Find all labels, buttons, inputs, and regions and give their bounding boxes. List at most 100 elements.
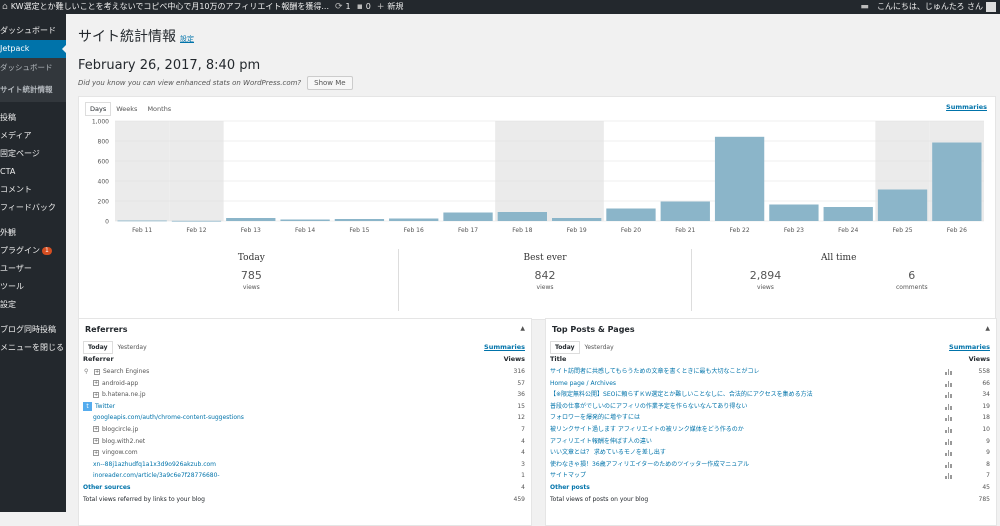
menu-plugins[interactable]: プラグイン 1 xyxy=(0,242,66,260)
referrers-tab-today[interactable]: Today xyxy=(83,341,113,354)
post-title-link[interactable]: フォロワーを爆発的に増やすには xyxy=(550,414,640,421)
menu-media[interactable]: メディア xyxy=(0,127,66,145)
tab-weeks[interactable]: Weeks xyxy=(111,102,142,116)
post-stats-icon[interactable] xyxy=(945,368,953,375)
referrer-label[interactable]: Other sources xyxy=(83,484,130,491)
post-stats-icon[interactable] xyxy=(945,461,953,468)
referrer-label: android-app xyxy=(102,379,139,387)
post-title-link[interactable]: Other posts xyxy=(550,484,590,491)
referrer-views: 36 xyxy=(517,391,525,399)
comments-link[interactable]: ▪ 0 xyxy=(357,0,371,14)
stats-summaries-link[interactable]: Summaries xyxy=(946,103,987,111)
post-title-link[interactable]: サイト訪問者に共感してもらうための文章を書くときに最も大切なことがコレ xyxy=(550,368,760,375)
referrers-tab-yesterday[interactable]: Yesterday xyxy=(113,341,152,354)
site-name-link[interactable]: ⌂ KW選定とか難しいことを考えないでコピペ中心で月10万のアフィリエイト報酬を… xyxy=(2,0,329,14)
x-tick-label: Feb 25 xyxy=(892,227,912,234)
page-title-text: サイト統計情報 xyxy=(78,29,176,45)
menu-plugins-label: プラグイン xyxy=(0,246,40,255)
tab-months[interactable]: Months xyxy=(142,102,176,116)
post-stats-icon[interactable] xyxy=(945,414,953,422)
referrers-title: Referrers xyxy=(85,325,128,334)
tab-days[interactable]: Days xyxy=(85,102,112,116)
top-posts-summaries-link[interactable]: Summaries xyxy=(949,343,990,351)
bar xyxy=(932,142,982,221)
menu-pages[interactable]: 固定ページ xyxy=(0,145,66,163)
new-content-link[interactable]: + 新規 xyxy=(377,0,404,14)
referrers-list: ⚲ + Search Engines 316 + android-app 57 + b.hate… xyxy=(83,366,527,505)
post-views: 19 xyxy=(982,402,990,410)
top-posts-panel: Top Posts & Pages ▲ Today Yesterday Summ… xyxy=(545,318,997,526)
post-stats-icon[interactable] xyxy=(945,403,953,410)
show-me-button[interactable]: Show Me xyxy=(307,76,353,90)
admin-bar: ⌂ KW選定とか難しいことを考えないでコピペ中心で月10万のアフィリエイト報酬を… xyxy=(0,0,1000,14)
post-stats-icon[interactable] xyxy=(945,472,953,480)
referrer-label[interactable]: googleapis.com/auth/chrome-content-sugge… xyxy=(93,414,244,421)
my-account-link[interactable]: こんにちは、じゅんたろ さん xyxy=(877,0,996,14)
all-time-views-label: views xyxy=(756,284,774,291)
post-title-link[interactable]: サイトマップ xyxy=(550,472,586,479)
all-time-comments-value: 6 xyxy=(908,269,916,282)
post-views: 9 xyxy=(986,449,990,457)
submenu-site-stats[interactable]: サイト統計情報 xyxy=(0,78,66,102)
expand-toggle-icon[interactable]: + xyxy=(93,391,99,398)
post-title-link[interactable]: Home page / Archives xyxy=(550,380,616,387)
post-stats-icon[interactable] xyxy=(945,438,953,445)
menu-cta[interactable]: CTA xyxy=(0,163,66,181)
expand-toggle-icon[interactable]: + xyxy=(93,426,99,433)
referrer-label[interactable]: xn--88j1azhudfq1a1x3d9o926akzub.com xyxy=(93,461,216,468)
x-tick-label: Feb 21 xyxy=(675,227,695,234)
collapse-menu[interactable]: メニューを閉じる xyxy=(0,339,66,357)
expand-toggle-icon[interactable]: + xyxy=(93,380,99,387)
referrers-panel: Referrers ▲ Today Yesterday Summaries Re… xyxy=(78,318,532,526)
menu-users[interactable]: ユーザー xyxy=(0,260,66,278)
referrers-table-header: Referrer Views xyxy=(83,355,527,365)
collapse-toggle-icon[interactable]: ▲ xyxy=(985,325,990,332)
top-posts-tab-yesterday[interactable]: Yesterday xyxy=(580,341,619,354)
collapse-toggle-icon[interactable]: ▲ xyxy=(520,325,525,332)
expand-toggle-icon[interactable]: + xyxy=(93,449,99,456)
bar xyxy=(280,219,330,221)
menu-comments[interactable]: コメント xyxy=(0,181,66,199)
post-title-link[interactable]: アフィリエイト報酬を伸ばす人の違い xyxy=(550,438,652,445)
menu-tools[interactable]: ツール xyxy=(0,278,66,296)
top-posts-tab-today[interactable]: Today xyxy=(550,341,580,354)
menu-posts[interactable]: 投稿 xyxy=(0,109,66,127)
menu-appearance[interactable]: 外観 xyxy=(0,224,66,242)
bar xyxy=(660,201,710,221)
post-stats-icon[interactable] xyxy=(945,426,953,433)
post-title-link[interactable]: 被リンクサイト過します アフィリエイトの被リンク媒体をどう作るのか xyxy=(550,426,744,433)
menu-dashboard[interactable]: ダッシュボード xyxy=(0,22,66,40)
referrer-label[interactable]: inoreader.com/article/3a9c6e7f28776680- xyxy=(93,472,220,479)
x-tick-label: Feb 17 xyxy=(458,227,478,234)
referrers-summaries-link[interactable]: Summaries xyxy=(484,343,525,351)
plugins-update-badge: 1 xyxy=(42,246,52,255)
submenu-jetpack-dashboard[interactable]: ダッシュボード xyxy=(0,58,66,78)
expand-toggle-icon[interactable]: + xyxy=(93,438,99,445)
referrers-tabs: Today Yesterday xyxy=(83,341,152,354)
menu-blog-sync[interactable]: ブログ同時投稿 xyxy=(0,321,66,339)
y-tick-label: 0 xyxy=(105,219,109,226)
updates-link[interactable]: ⟳ 1 xyxy=(335,0,351,14)
expand-toggle-icon[interactable]: + xyxy=(94,368,100,375)
jetpack-notes-icon[interactable]: ▬ xyxy=(860,0,869,14)
post-stats-icon[interactable] xyxy=(945,380,953,387)
greeting: こんにちは、じゅんたろ さん xyxy=(876,2,983,11)
post-title-link[interactable]: 普段の仕事がでしいのにアフィリの作業予定を作らないなんてあり得ない xyxy=(550,403,747,410)
settings-link[interactable]: 設定 xyxy=(180,35,194,43)
referrer-label: b.hatena.ne.jp xyxy=(102,391,146,399)
referrer-label[interactable]: Twitter xyxy=(95,403,115,410)
menu-feedback[interactable]: フィードバック xyxy=(0,199,66,217)
all-time-views: 2,894 views xyxy=(750,269,782,291)
post-title-link[interactable]: いい文章とは？ 求めているモノを差し出す xyxy=(550,449,666,456)
views-bar-chart: 0 200 400 600 800 1,000 Feb 11 Feb 12 Feb 13 Feb … xyxy=(92,119,984,234)
bar xyxy=(497,212,547,221)
all-time-stats: All time 2,894 views 6 comments xyxy=(692,249,985,311)
post-title-link[interactable]: 【※限定無料公開】SEOに頼らずＫＷ選定とか難しいことなしに、合法的にアクセスを… xyxy=(550,391,813,398)
post-stats-icon[interactable] xyxy=(945,391,953,399)
menu-settings[interactable]: 設定 xyxy=(0,296,66,314)
x-tick-label: Feb 19 xyxy=(567,227,587,234)
menu-jetpack[interactable]: Jetpack xyxy=(0,40,66,58)
post-stats-icon[interactable] xyxy=(945,449,953,457)
post-title-link[interactable]: 使わなきゃ損！36歳アフィリエイターのためのツイッター作成マニュアル xyxy=(550,461,749,468)
home-icon: ⌂ xyxy=(2,2,8,12)
